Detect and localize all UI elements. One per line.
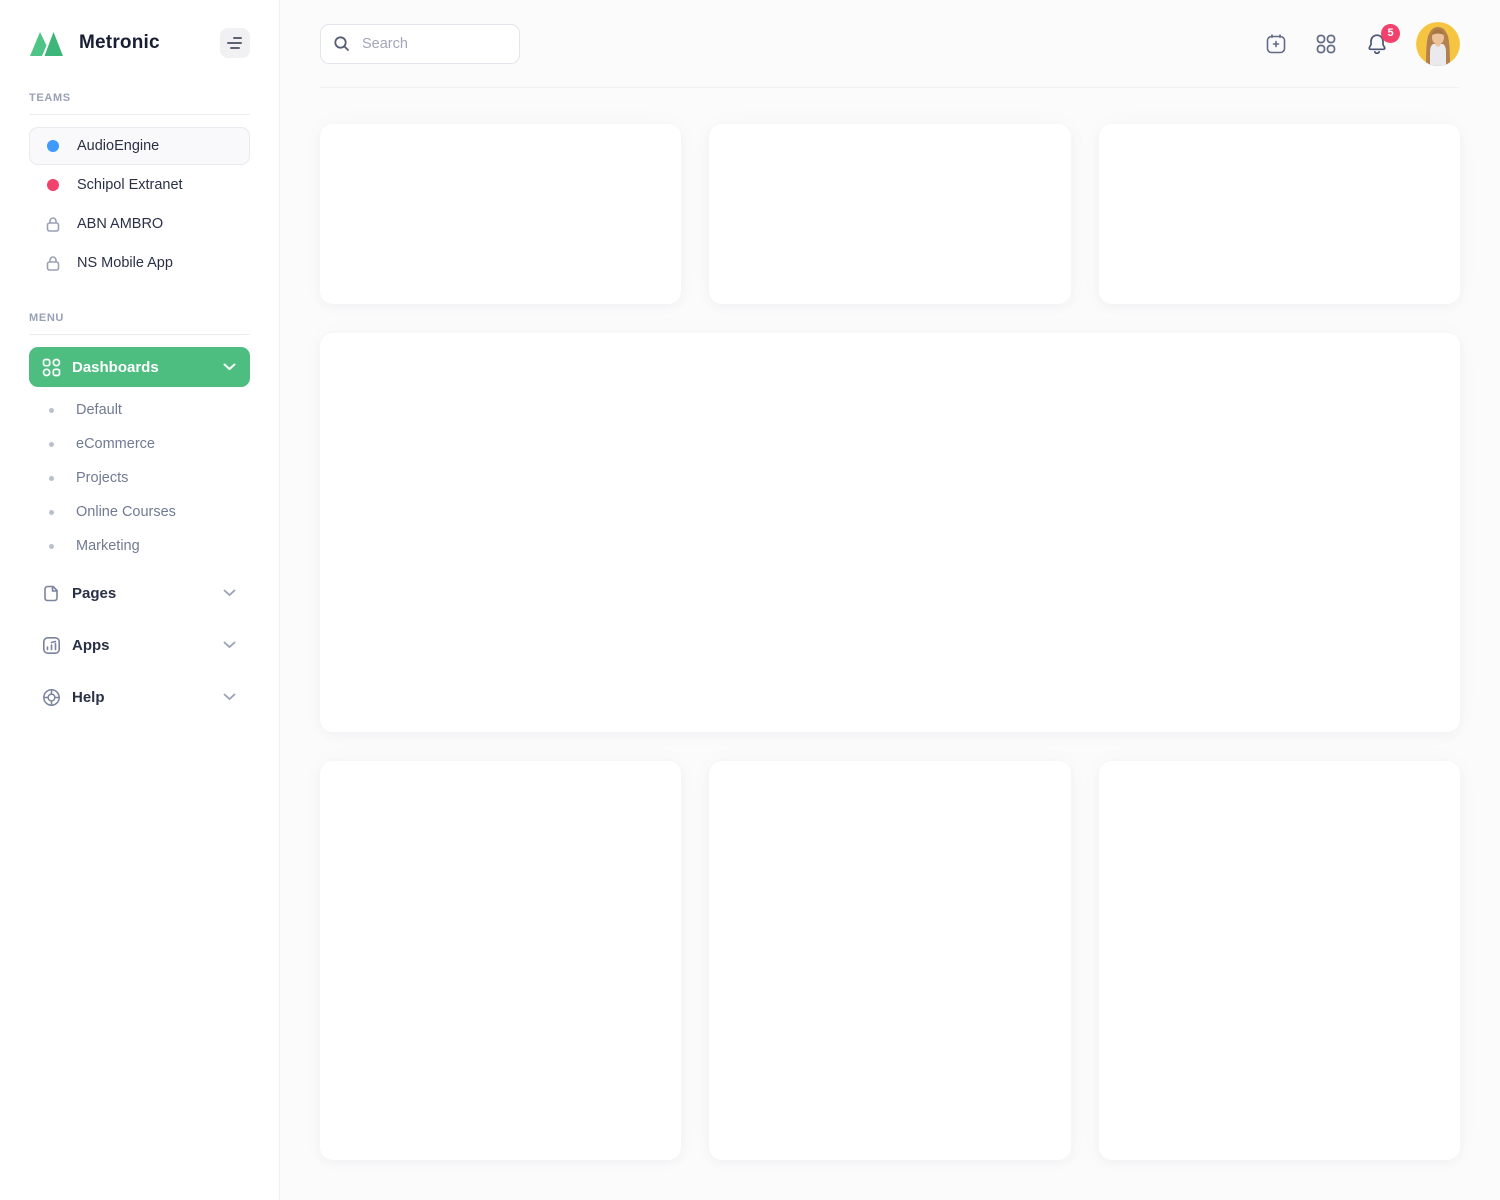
- menu-item-dashboards[interactable]: Dashboards: [29, 347, 250, 387]
- bullet-icon: [49, 407, 54, 413]
- grid-icon: [41, 358, 61, 377]
- menu-item-help[interactable]: Help: [29, 677, 250, 717]
- avatar-image: [1416, 21, 1460, 66]
- page-icon: [41, 584, 61, 603]
- search-input[interactable]: [360, 34, 507, 53]
- search-box[interactable]: [320, 23, 520, 64]
- team-item-audioengine[interactable]: AudioEngine: [29, 127, 250, 165]
- apps-grid-icon: [1316, 34, 1336, 53]
- submenu-label: Online Courses: [76, 504, 176, 520]
- logo[interactable]: Metronic: [29, 29, 160, 57]
- chevron-down-icon: [223, 363, 236, 371]
- divider: [29, 114, 250, 115]
- search-icon: [334, 35, 349, 51]
- top-card-row: [320, 124, 1460, 304]
- menu-item-pages[interactable]: Pages: [29, 573, 250, 613]
- chart-square-icon: [41, 636, 61, 655]
- topbar: 5: [320, 0, 1460, 88]
- lock-icon: [42, 216, 64, 233]
- team-dot-blue: [42, 140, 64, 152]
- notifications-button[interactable]: 5: [1364, 23, 1400, 57]
- submenu-item-online-courses[interactable]: Online Courses: [29, 495, 250, 529]
- submenu-item-ecommerce[interactable]: eCommerce: [29, 427, 250, 461]
- team-label: Schipol Extranet: [77, 177, 183, 193]
- submenu-item-default[interactable]: Default: [29, 393, 250, 427]
- sidebar: Metronic TEAMS AudioEngine Schipol Extra…: [0, 0, 280, 1200]
- app-title: Metronic: [79, 32, 160, 53]
- chevron-down-icon: [223, 693, 236, 701]
- stat-card: [320, 124, 682, 304]
- calendar-plus-icon: [1266, 33, 1286, 53]
- team-label: ABN AMBRO: [77, 216, 164, 232]
- avatar[interactable]: [1416, 21, 1460, 66]
- team-item-ns-mobile-app[interactable]: NS Mobile App: [29, 244, 250, 282]
- submenu-label: Projects: [76, 470, 129, 486]
- dashboards-submenu: Default eCommerce Projects Online Course…: [29, 393, 250, 563]
- main-content: 5: [280, 0, 1500, 1200]
- stat-card: [709, 124, 1071, 304]
- chevron-down-icon: [223, 641, 236, 649]
- team-item-abn-ambro[interactable]: ABN AMBRO: [29, 205, 250, 243]
- team-item-schipol-extranet[interactable]: Schipol Extranet: [29, 166, 250, 204]
- add-widget-button[interactable]: [1264, 32, 1288, 56]
- menu-label: Pages: [72, 584, 117, 602]
- submenu-label: eCommerce: [76, 436, 155, 452]
- panel-card: [1098, 761, 1460, 1160]
- menu-toggle-icon: [227, 37, 242, 49]
- submenu-item-marketing[interactable]: Marketing: [29, 529, 250, 563]
- lifebuoy-icon: [41, 688, 61, 707]
- bullet-icon: [49, 509, 54, 515]
- lock-icon: [42, 255, 64, 272]
- submenu-label: Marketing: [76, 538, 140, 554]
- menu-section-label: MENU: [29, 312, 65, 324]
- main-panel-card: [320, 333, 1460, 732]
- submenu-item-projects[interactable]: Projects: [29, 461, 250, 495]
- topbar-actions: 5: [1264, 21, 1460, 66]
- apps-launcher-button[interactable]: [1314, 32, 1338, 56]
- team-label: AudioEngine: [77, 138, 160, 154]
- notification-badge: 5: [1381, 23, 1400, 43]
- bullet-icon: [49, 543, 54, 549]
- sidebar-header: Metronic: [29, 24, 250, 62]
- panel-card: [709, 761, 1071, 1160]
- bottom-card-row: [320, 761, 1460, 1160]
- menu-label: Apps: [72, 636, 110, 654]
- chevron-down-icon: [223, 589, 236, 597]
- main-menu: Dashboards Default eCommerce Projects On…: [29, 347, 250, 717]
- panel-card: [320, 761, 682, 1160]
- menu-item-apps[interactable]: Apps: [29, 625, 250, 665]
- bullet-icon: [49, 441, 54, 447]
- divider: [29, 334, 250, 335]
- menu-label: Dashboards: [72, 358, 159, 376]
- menu-label: Help: [72, 688, 105, 706]
- metronic-logo-icon: [30, 32, 63, 56]
- submenu-label: Default: [76, 402, 122, 418]
- team-label: NS Mobile App: [77, 255, 173, 271]
- teams-list: AudioEngine Schipol Extranet ABN AMBRO N…: [29, 127, 250, 282]
- teams-section-label: TEAMS: [29, 92, 71, 104]
- bullet-icon: [49, 475, 54, 481]
- sidebar-toggle-button[interactable]: [220, 28, 250, 58]
- stat-card: [1098, 124, 1460, 304]
- team-dot-red: [42, 179, 64, 191]
- dashboard-cards: [280, 88, 1500, 1200]
